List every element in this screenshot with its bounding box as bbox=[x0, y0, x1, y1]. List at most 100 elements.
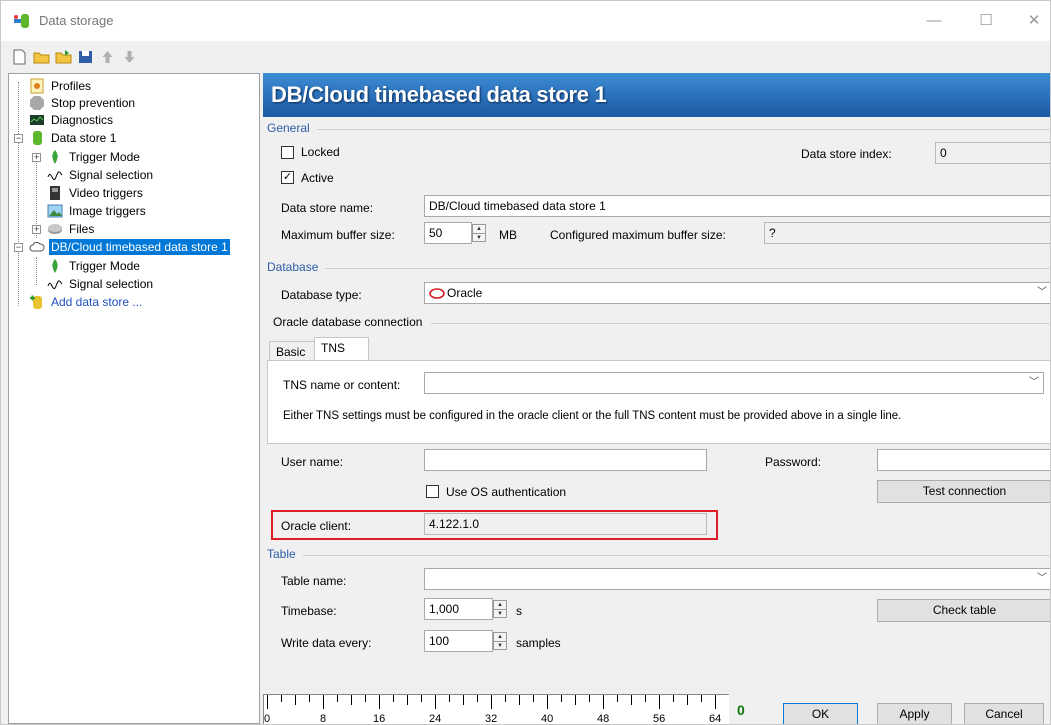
table-name-label: Table name: bbox=[281, 574, 347, 588]
tns-hint: Either TNS settings must be configured i… bbox=[283, 410, 902, 422]
ruler-tick bbox=[519, 695, 520, 705]
ruler-tick bbox=[491, 695, 492, 709]
ok-button[interactable]: OK bbox=[783, 703, 858, 724]
user-name-input[interactable] bbox=[424, 449, 707, 471]
database-type-select[interactable]: Oracle ﹀ bbox=[424, 282, 1050, 304]
signal-icon bbox=[47, 171, 63, 181]
ruler-tick bbox=[659, 695, 660, 709]
configured-buffer-label: Configured maximum buffer size: bbox=[550, 228, 726, 242]
section-database: Database bbox=[267, 260, 319, 274]
tree-item-image-triggers[interactable]: Image triggers bbox=[47, 203, 247, 219]
ruler-tick bbox=[603, 695, 604, 709]
write-data-unit: samples bbox=[516, 636, 561, 650]
ruler-tick bbox=[393, 695, 394, 702]
spin-up-icon[interactable]: ▲ bbox=[473, 225, 485, 233]
chevron-down-icon: ﹀ bbox=[1037, 573, 1047, 584]
expander-data-store-1[interactable]: − bbox=[14, 134, 23, 143]
data-store-name-input[interactable]: DB/Cloud timebased data store 1 bbox=[424, 195, 1050, 217]
ruler-tick bbox=[673, 695, 674, 702]
ruler-tick bbox=[617, 695, 618, 702]
active-label: Active bbox=[301, 171, 334, 185]
spin-down-icon[interactable]: ▼ bbox=[494, 641, 506, 649]
write-data-input[interactable]: 100 bbox=[424, 630, 493, 652]
ruler-tick bbox=[407, 695, 408, 705]
save-icon[interactable] bbox=[77, 49, 94, 65]
ruler-label: 0 bbox=[264, 713, 271, 725]
expander-files[interactable]: + bbox=[32, 225, 41, 234]
max-buffer-input[interactable]: 50 bbox=[424, 222, 472, 244]
move-down-icon[interactable] bbox=[121, 49, 138, 65]
max-buffer-label: Maximum buffer size: bbox=[281, 228, 395, 242]
signal-icon bbox=[47, 280, 63, 290]
expander-db-cloud[interactable]: − bbox=[14, 243, 23, 252]
tree-item-db-cloud-store[interactable]: DB/Cloud timebased data store 1 bbox=[29, 239, 261, 255]
spin-down-icon[interactable]: ▼ bbox=[494, 609, 506, 617]
trigger-icon bbox=[52, 150, 58, 164]
test-connection-button[interactable]: Test connection bbox=[877, 480, 1050, 503]
ruler-tick bbox=[449, 695, 450, 702]
timebase-input[interactable]: 1,000 bbox=[424, 598, 493, 620]
close-button[interactable]: ✕ bbox=[1019, 11, 1049, 31]
spin-up-icon[interactable]: ▲ bbox=[494, 601, 506, 609]
locked-checkbox[interactable] bbox=[281, 146, 294, 159]
chevron-down-icon: ﹀ bbox=[1029, 377, 1039, 388]
tree-item-data-store-1[interactable]: Data store 1 bbox=[29, 130, 249, 146]
tab-tns[interactable]: TNS bbox=[314, 337, 369, 361]
tree-item-cloud-trigger-mode[interactable]: Trigger Mode bbox=[47, 258, 247, 274]
maximize-button[interactable]: ☐ bbox=[971, 11, 1001, 31]
tree-item-add-data-store[interactable]: Add data store ... bbox=[29, 294, 249, 310]
ruler-tick bbox=[267, 695, 268, 709]
cancel-button[interactable]: Cancel bbox=[964, 703, 1044, 724]
open-folder-icon[interactable] bbox=[33, 49, 50, 65]
ruler-label: 48 bbox=[597, 713, 610, 725]
buffer-ruler: 0 8 16 24 32 40 48 56 64 bbox=[263, 694, 729, 725]
oracle-client-label: Oracle client: bbox=[281, 519, 352, 533]
ruler-tick bbox=[715, 695, 716, 709]
section-general: General bbox=[267, 121, 310, 135]
ruler-tick bbox=[323, 695, 324, 709]
ruler-tick bbox=[589, 695, 590, 702]
timebase-spinner[interactable]: ▲ ▼ bbox=[493, 600, 507, 618]
tree-item-signal-selection[interactable]: Signal selection bbox=[47, 167, 247, 183]
active-checkbox[interactable]: ✓ bbox=[281, 171, 294, 184]
app-icon bbox=[14, 14, 29, 28]
tree-item-stop-prevention[interactable]: Stop prevention bbox=[29, 95, 249, 111]
write-data-spinner[interactable]: ▲ ▼ bbox=[493, 632, 507, 650]
diagnostics-icon bbox=[30, 115, 44, 125]
database-type-label: Database type: bbox=[281, 288, 362, 302]
password-input[interactable] bbox=[877, 449, 1050, 471]
ruler-label: 16 bbox=[373, 713, 386, 725]
write-data-label: Write data every: bbox=[281, 636, 372, 650]
ruler-label: 40 bbox=[541, 713, 554, 725]
tree-item-trigger-mode[interactable]: Trigger Mode bbox=[47, 149, 247, 165]
trigger-icon bbox=[52, 259, 58, 273]
tns-select[interactable]: ﹀ bbox=[424, 372, 1044, 394]
ruler-tick bbox=[645, 695, 646, 702]
page-title: DB/Cloud timebased data store 1 bbox=[271, 82, 607, 107]
expander-trigger-mode[interactable]: + bbox=[32, 153, 41, 162]
tree-item-cloud-signal-selection[interactable]: Signal selection bbox=[47, 276, 247, 292]
ruler-tick bbox=[505, 695, 506, 702]
tree-item-profiles[interactable]: Profiles bbox=[29, 78, 249, 94]
max-buffer-spinner[interactable]: ▲ ▼ bbox=[472, 224, 486, 242]
profiles-icon bbox=[30, 78, 44, 94]
ruler-tick bbox=[435, 695, 436, 709]
password-label: Password: bbox=[765, 455, 822, 469]
tree-item-files[interactable]: Files bbox=[47, 221, 247, 237]
tree-item-diagnostics[interactable]: Diagnostics bbox=[29, 112, 249, 128]
os-auth-checkbox[interactable] bbox=[426, 485, 439, 498]
ruler-tick bbox=[295, 695, 296, 705]
chevron-down-icon: ﹀ bbox=[1037, 287, 1047, 298]
tree-item-video-triggers[interactable]: Video triggers bbox=[47, 185, 247, 201]
new-file-icon[interactable] bbox=[11, 49, 28, 65]
check-table-button[interactable]: Check table bbox=[877, 599, 1050, 622]
apply-button[interactable]: Apply bbox=[877, 703, 952, 724]
import-folder-icon[interactable] bbox=[55, 49, 72, 65]
ruler-tick bbox=[631, 695, 632, 705]
move-up-icon[interactable] bbox=[99, 49, 116, 65]
minimize-button[interactable]: — bbox=[919, 11, 949, 31]
table-name-select[interactable]: ﹀ bbox=[424, 568, 1050, 590]
spin-up-icon[interactable]: ▲ bbox=[494, 633, 506, 641]
spin-down-icon[interactable]: ▼ bbox=[473, 233, 485, 241]
timebase-label: Timebase: bbox=[281, 604, 337, 618]
